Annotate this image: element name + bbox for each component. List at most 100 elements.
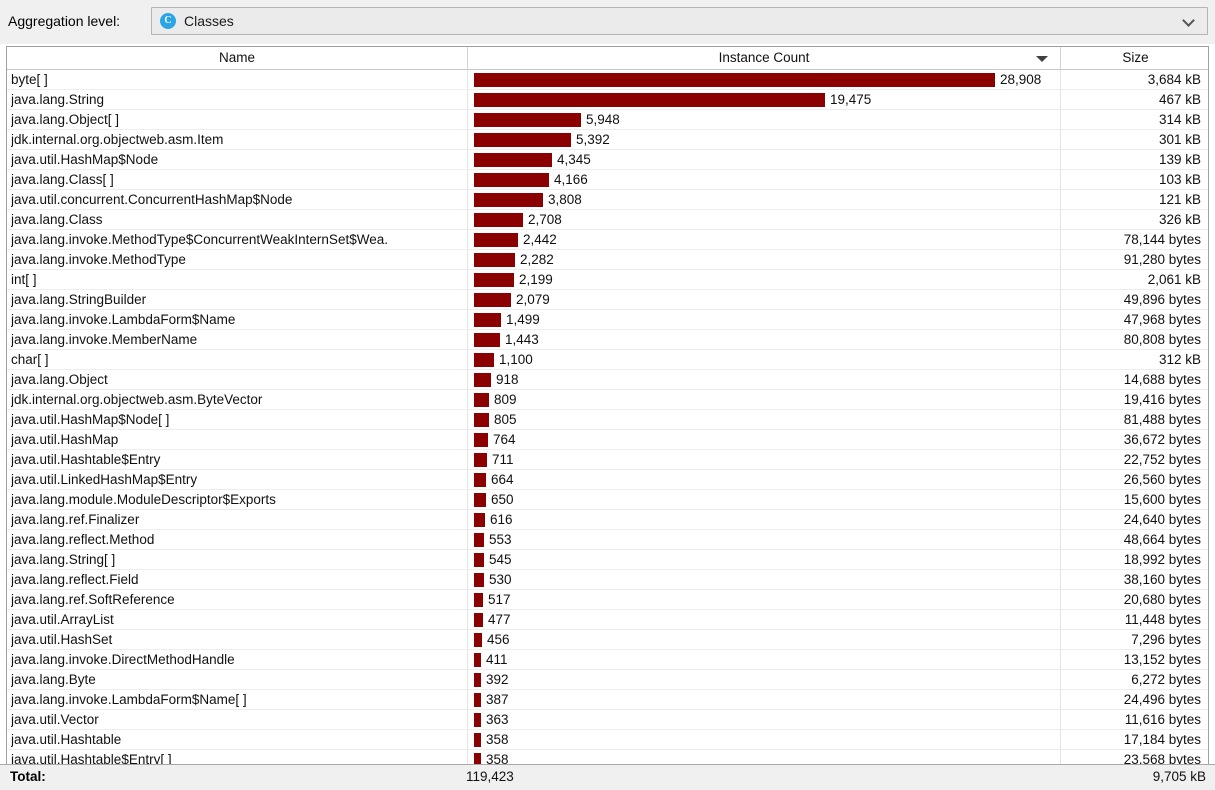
instance-count-bar: [474, 673, 481, 687]
cell-class-name: java.util.ArrayList: [11, 612, 114, 627]
table-row[interactable]: java.util.HashMap$Node 4,345 139 kB: [7, 150, 1208, 170]
cell-class-name: java.lang.invoke.LambdaForm$Name: [11, 312, 236, 327]
table-row[interactable]: java.util.HashSet 456 7,296 bytes: [7, 630, 1208, 650]
cell-size: 48,664 bytes: [1060, 530, 1208, 549]
instance-count-value: 358: [486, 752, 509, 764]
cell-instance-count: 5,392: [467, 130, 1060, 149]
table-row[interactable]: java.lang.ref.SoftReference 517 20,680 byt…: [7, 590, 1208, 610]
cell-instance-count: 5,948: [467, 110, 1060, 129]
column-header-size[interactable]: Size: [1060, 47, 1208, 69]
cell-instance-count: 918: [467, 370, 1060, 389]
cell-class-name: java.lang.invoke.DirectMethodHandle: [11, 652, 235, 667]
cell-class-name: java.lang.ref.SoftReference: [11, 592, 175, 607]
cell-class-name: java.util.Hashtable: [11, 732, 122, 747]
table-row[interactable]: java.lang.invoke.DirectMethodHandle 411 13…: [7, 650, 1208, 670]
table-row[interactable]: java.util.HashMap 764 36,672 bytes: [7, 430, 1208, 450]
instance-count-bar: [474, 553, 484, 567]
cell-instance-count: 711: [467, 450, 1060, 469]
cell-size: 38,160 bytes: [1060, 570, 1208, 589]
total-instance-count: 119,423: [466, 769, 514, 784]
column-header-name[interactable]: Name: [7, 47, 467, 69]
table-row[interactable]: java.lang.invoke.LambdaForm$Name[ ] 387 24…: [7, 690, 1208, 710]
cell-instance-count: 28,908: [467, 70, 1060, 89]
table-row[interactable]: java.lang.reflect.Field 530 38,160 bytes: [7, 570, 1208, 590]
table-row[interactable]: java.util.Vector 363 11,616 bytes: [7, 710, 1208, 730]
table-row[interactable]: int[ ] 2,199 2,061 kB: [7, 270, 1208, 290]
cell-class-name: java.lang.Class: [11, 212, 103, 227]
total-size: 9,705 kB: [1152, 769, 1206, 784]
column-header-instance-count-label: Instance Count: [718, 50, 810, 65]
instance-count-value: 2,079: [516, 292, 550, 307]
cell-size: 20,680 bytes: [1060, 590, 1208, 609]
table-row[interactable]: java.lang.invoke.MethodType$ConcurrentWe…: [7, 230, 1208, 250]
instance-count-value: 2,282: [520, 252, 554, 267]
table-row[interactable]: java.lang.Byte 392 6,272 bytes: [7, 670, 1208, 690]
cell-instance-count: 456: [467, 630, 1060, 649]
table-row[interactable]: jdk.internal.org.objectweb.asm.ByteVecto…: [7, 390, 1208, 410]
table-row[interactable]: java.util.ArrayList 477 11,448 bytes: [7, 610, 1208, 630]
cell-instance-count: 2,708: [467, 210, 1060, 229]
class-circle-icon: C: [160, 13, 176, 29]
cell-instance-count: 2,079: [467, 290, 1060, 309]
instance-count-bar: [474, 613, 483, 627]
cell-instance-count: 2,282: [467, 250, 1060, 269]
instance-count-bar: [474, 133, 571, 147]
cell-class-name: java.lang.Class[ ]: [11, 172, 114, 187]
instance-count-value: 616: [490, 512, 513, 527]
cell-instance-count: 477: [467, 610, 1060, 629]
table-row[interactable]: java.lang.reflect.Method 553 48,664 bytes: [7, 530, 1208, 550]
cell-instance-count: 517: [467, 590, 1060, 609]
cell-class-name: java.lang.Byte: [11, 672, 96, 687]
column-header-instance-count[interactable]: Instance Count: [467, 47, 1060, 69]
table-row[interactable]: java.lang.Class 2,708 326 kB: [7, 210, 1208, 230]
table-row[interactable]: java.util.concurrent.ConcurrentHashMap$N…: [7, 190, 1208, 210]
table-row[interactable]: java.util.Hashtable 358 17,184 bytes: [7, 730, 1208, 750]
table-row[interactable]: java.util.Hashtable$Entry 711 22,752 bytes: [7, 450, 1208, 470]
cell-class-name: java.lang.invoke.MethodType$ConcurrentWe…: [11, 232, 388, 247]
cell-instance-count: 4,166: [467, 170, 1060, 189]
table-row[interactable]: java.lang.StringBuilder 2,079 49,896 bytes: [7, 290, 1208, 310]
table-row[interactable]: java.util.HashMap$Node[ ] 805 81,488 bytes: [7, 410, 1208, 430]
table-row[interactable]: java.lang.invoke.LambdaForm$Name 1,499 47,…: [7, 310, 1208, 330]
aggregation-level-dropdown[interactable]: C Classes: [151, 7, 1208, 35]
cell-size: 24,640 bytes: [1060, 510, 1208, 529]
table-row[interactable]: java.lang.Object[ ] 5,948 314 kB: [7, 110, 1208, 130]
table-row[interactable]: java.util.LinkedHashMap$Entry 664 26,560 b…: [7, 470, 1208, 490]
cell-size: 11,616 bytes: [1060, 710, 1208, 729]
instance-count-bar: [474, 453, 487, 467]
cell-size: 2,061 kB: [1060, 270, 1208, 289]
table-row[interactable]: java.lang.Object 918 14,688 bytes: [7, 370, 1208, 390]
instance-count-value: 2,442: [523, 232, 557, 247]
sort-descending-caret-icon[interactable]: [1036, 56, 1048, 62]
instance-count-bar: [474, 413, 489, 427]
cell-size: 81,488 bytes: [1060, 410, 1208, 429]
cell-class-name: java.util.HashMap: [11, 432, 119, 447]
table-row[interactable]: java.lang.String 19,475 467 kB: [7, 90, 1208, 110]
table-body[interactable]: byte[ ] 28,908 3,684 kB java.lang.String 19,…: [7, 70, 1208, 764]
table-row[interactable]: java.lang.module.ModuleDescriptor$Export…: [7, 490, 1208, 510]
instance-count-bar: [474, 633, 482, 647]
total-label: Total:: [10, 769, 46, 784]
table-row[interactable]: jdk.internal.org.objectweb.asm.Item 5,392…: [7, 130, 1208, 150]
instance-count-value: 358: [486, 732, 509, 747]
table-row[interactable]: java.lang.Class[ ] 4,166 103 kB: [7, 170, 1208, 190]
table-row[interactable]: java.lang.ref.Finalizer 616 24,640 bytes: [7, 510, 1208, 530]
instance-count-value: 2,708: [528, 212, 562, 227]
instance-count-bar: [474, 493, 486, 507]
cell-class-name: java.util.HashMap$Node: [11, 152, 159, 167]
table-row[interactable]: byte[ ] 28,908 3,684 kB: [7, 70, 1208, 90]
cell-instance-count: 1,100: [467, 350, 1060, 369]
cell-instance-count: 1,499: [467, 310, 1060, 329]
table-row[interactable]: java.lang.String[ ] 545 18,992 bytes: [7, 550, 1208, 570]
table-row[interactable]: java.util.Hashtable$Entry[ ] 358 23,568 by…: [7, 750, 1208, 764]
table-row[interactable]: java.lang.invoke.MethodType 2,282 91,280 b…: [7, 250, 1208, 270]
chevron-down-icon[interactable]: [1183, 15, 1195, 27]
cell-size: 103 kB: [1060, 170, 1208, 189]
table-row[interactable]: char[ ] 1,100 312 kB: [7, 350, 1208, 370]
cell-class-name: java.lang.invoke.LambdaForm$Name[ ]: [11, 692, 247, 707]
instance-count-value: 387: [486, 692, 509, 707]
instance-count-bar: [474, 213, 523, 227]
table-row[interactable]: java.lang.invoke.MemberName 1,443 80,808 b…: [7, 330, 1208, 350]
cell-size: 121 kB: [1060, 190, 1208, 209]
instance-count-value: 650: [491, 492, 514, 507]
